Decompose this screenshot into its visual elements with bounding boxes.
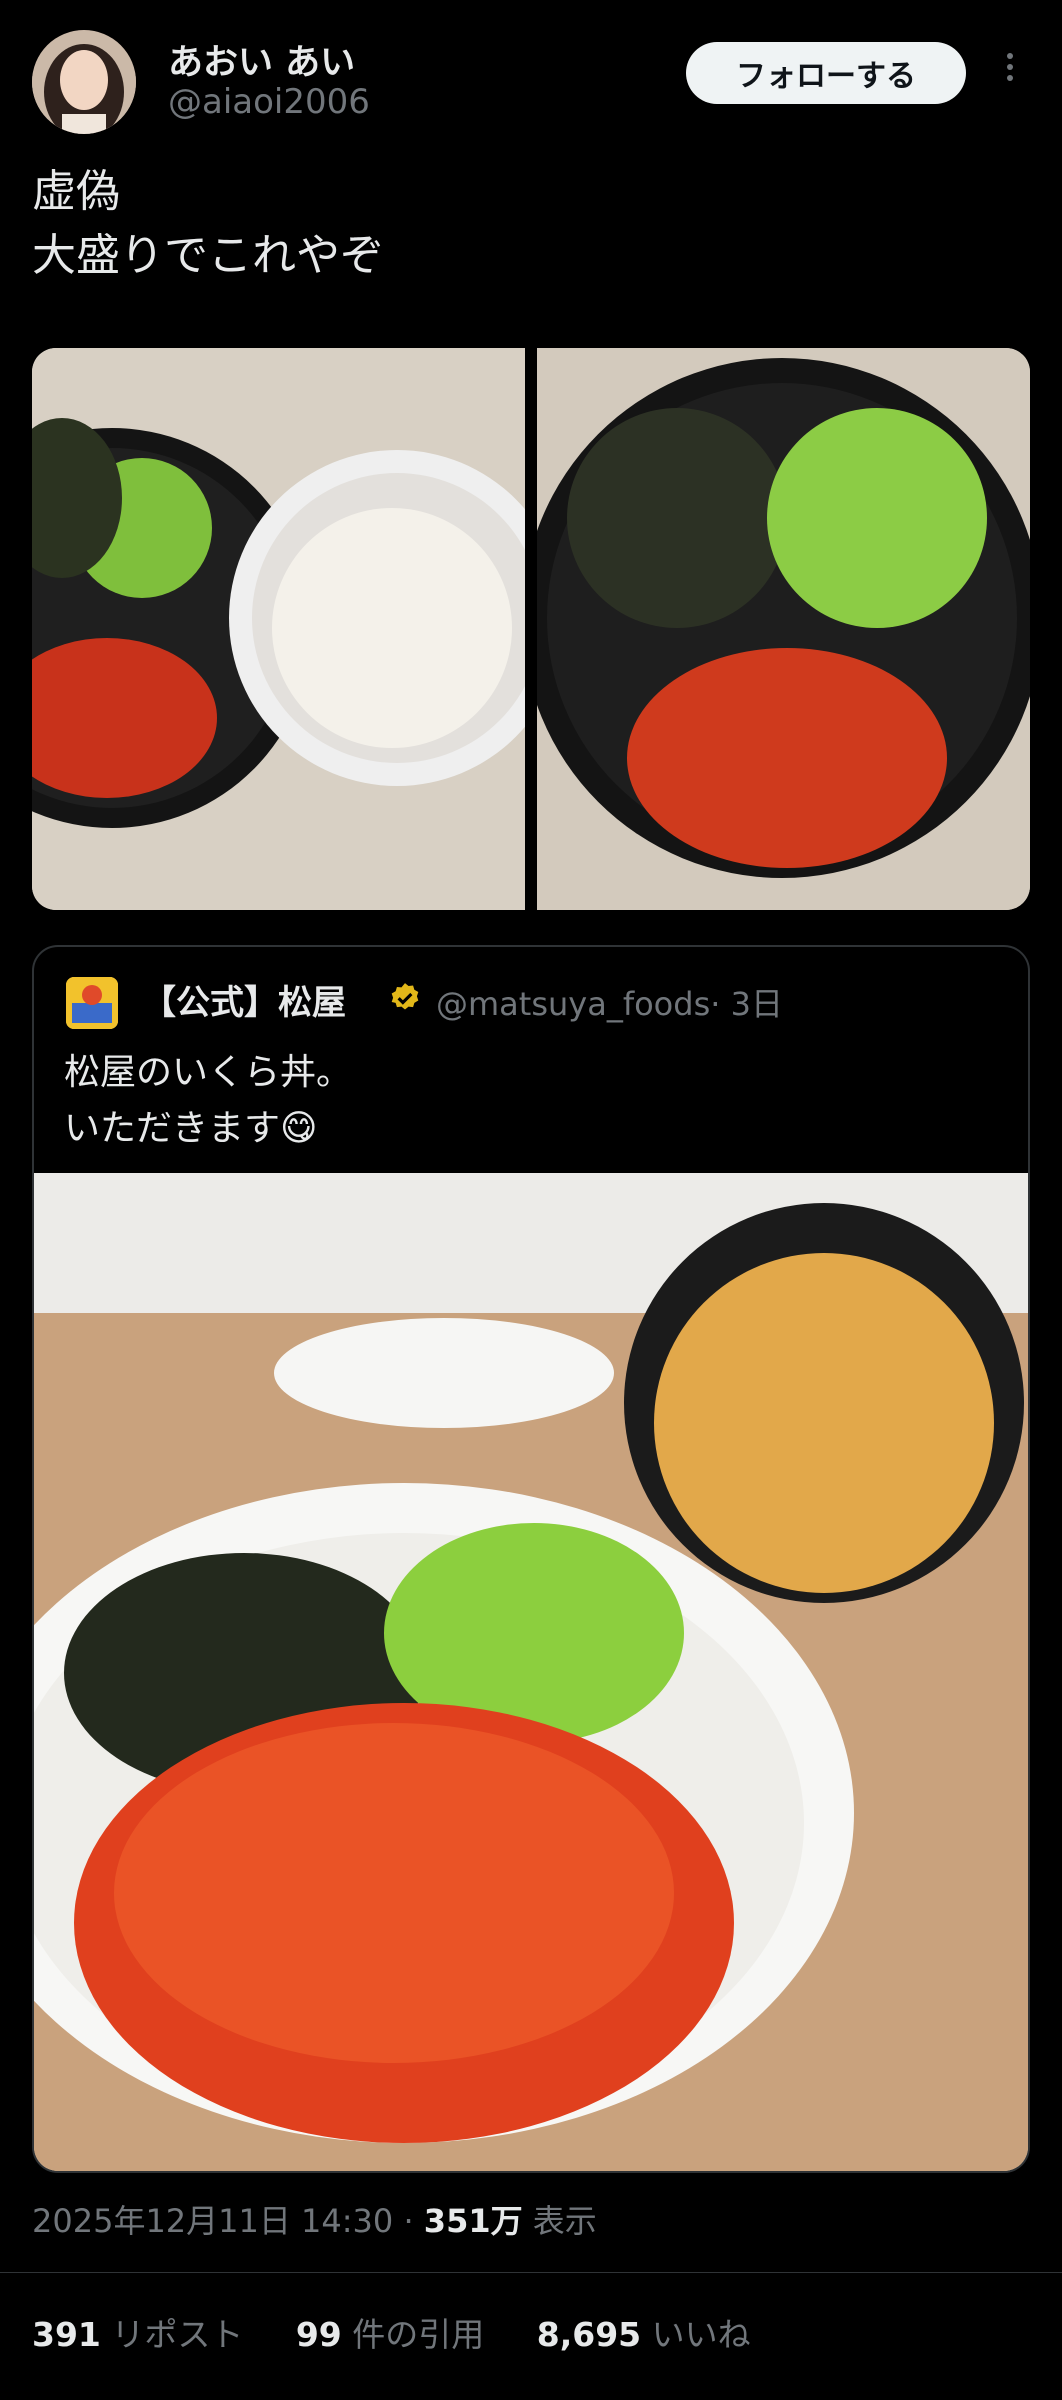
quoted-post-text: 松屋のいくら丼。 いただきます😋 [64,1052,353,1149]
author-avatar[interactable] [32,30,136,134]
author-handle[interactable]: @aiaoi2006 [168,82,370,122]
engagement-stats: 391 リポスト 99 件の引用 8,695 いいね [32,2308,751,2356]
more-vertical-icon[interactable] [998,48,1022,96]
reposts-label: リポスト [111,2315,244,2354]
quoted-photo[interactable] [34,1173,1028,2171]
quoted-handle-and-time: @matsuya_foods· 3日 [436,979,783,1025]
ikura-don-photo [34,1173,1028,2171]
likes-stat[interactable]: 8,695 いいね [537,2315,751,2354]
post-photo-2[interactable] [537,348,1030,910]
divider [0,2272,1062,2273]
verified-badge-icon [388,981,422,1015]
views-label: 表示 [532,2202,597,2240]
views-count: 351万 [423,2202,523,2240]
quotes-label: 件の引用 [352,2315,485,2354]
likes-count: 8,695 [536,2315,642,2354]
quoted-time: · 3日 [710,985,783,1023]
reposts-count: 391 [32,2315,101,2354]
matsuya-logo [66,977,118,1029]
meta-separator: · [403,2202,414,2240]
likes-label: いいね [651,2315,751,2354]
reposts-stat[interactable]: 391 リポスト [32,2315,243,2354]
post-photo-1[interactable] [32,348,525,910]
avatar-portrait [32,30,136,134]
quoted-post[interactable]: 【公式】松屋 @matsuya_foods· 3日 松屋のいくら丼。 いただきま… [32,945,1030,2173]
quoted-author-name: 【公式】松屋 [142,983,346,1023]
ikura-bowl-photo [537,348,1030,910]
post-timestamp[interactable]: 2025年12月11日 14:30 [32,2202,393,2240]
ikura-and-rice-photo [32,348,525,910]
post-text: 虚偽 大盛りでこれやぞ [32,166,384,281]
follow-button[interactable]: フォローする [686,42,966,104]
quoted-handle: @matsuya_foods [436,985,711,1023]
post-meta: 2025年12月11日 14:30 · 351万 表示 [32,2196,597,2242]
author-name[interactable]: あおい あい [168,34,355,85]
quotes-stat[interactable]: 99 件の引用 [296,2315,484,2354]
quotes-count: 99 [295,2315,342,2354]
